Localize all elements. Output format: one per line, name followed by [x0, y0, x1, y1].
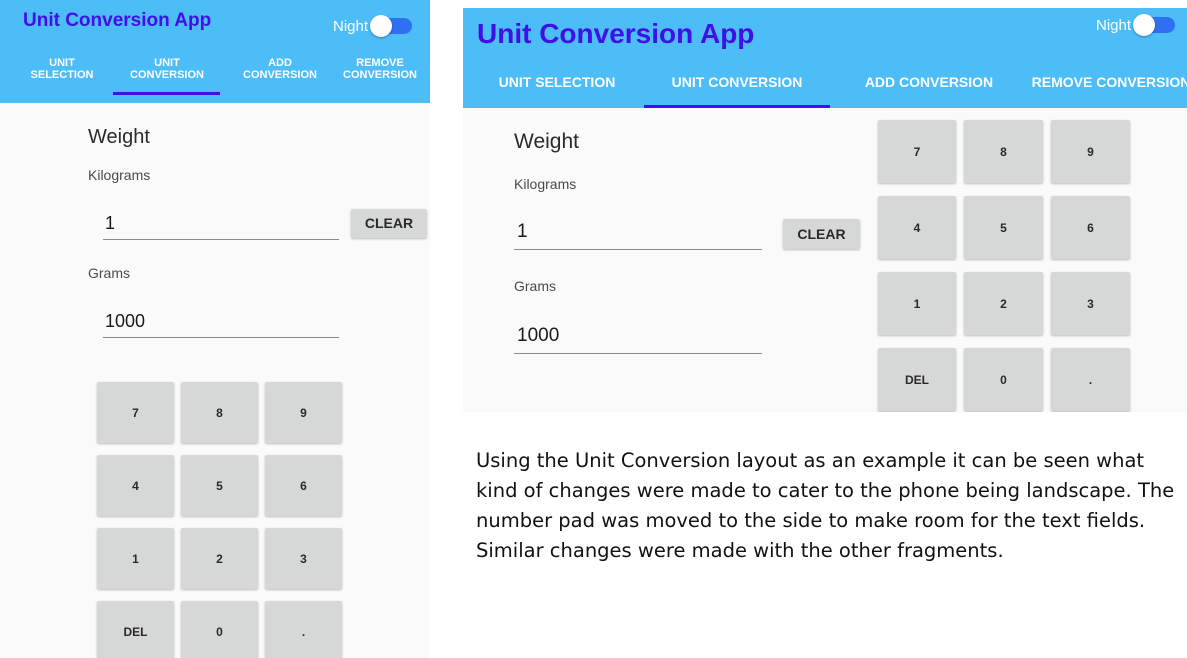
- key-3[interactable]: 3: [265, 528, 342, 589]
- key-del[interactable]: DEL: [878, 348, 956, 411]
- key-2[interactable]: 2: [181, 528, 258, 589]
- number-pad: 7 8 9 4 5 6 1 2 3 DEL 0 .: [97, 382, 342, 658]
- key-1[interactable]: 1: [878, 272, 956, 335]
- from-value-input[interactable]: 1: [514, 221, 762, 250]
- to-unit-label: Grams: [88, 265, 130, 281]
- to-value-output[interactable]: 1000: [103, 311, 339, 338]
- night-mode-label: Night: [1096, 16, 1132, 34]
- tab-add-conversion[interactable]: ADD CONVERSION: [228, 57, 332, 81]
- category-heading: Weight: [514, 130, 579, 153]
- to-value-output[interactable]: 1000: [514, 325, 762, 354]
- key-6[interactable]: 6: [265, 455, 342, 516]
- key-decimal[interactable]: .: [265, 601, 342, 658]
- key-0[interactable]: 0: [181, 601, 258, 658]
- key-8[interactable]: 8: [181, 382, 258, 443]
- key-del[interactable]: DEL: [97, 601, 174, 658]
- tab-remove-conversion[interactable]: REMOVE CONVERSION: [1027, 75, 1187, 90]
- key-0[interactable]: 0: [964, 348, 1043, 411]
- key-5[interactable]: 5: [964, 196, 1043, 259]
- key-6[interactable]: 6: [1051, 196, 1130, 259]
- number-pad: 7 8 9 4 5 6 1 2 3 DEL 0 .: [878, 120, 1130, 411]
- category-heading: Weight: [88, 126, 150, 148]
- night-mode-toggle[interactable]: [370, 15, 418, 37]
- key-3[interactable]: 3: [1051, 272, 1130, 335]
- from-unit-label: Kilograms: [88, 167, 151, 183]
- to-unit-label: Grams: [514, 278, 556, 294]
- clear-button[interactable]: CLEAR: [351, 209, 427, 238]
- clear-button[interactable]: CLEAR: [783, 219, 860, 249]
- selected-tab-indicator: [644, 105, 830, 108]
- key-4[interactable]: 4: [878, 196, 956, 259]
- night-mode-control[interactable]: Night: [1096, 14, 1181, 36]
- tab-unit-conversion[interactable]: UNIT CONVERSION: [116, 57, 218, 81]
- tab-unit-conversion[interactable]: UNIT CONVERSION: [653, 75, 821, 90]
- landscape-screenshot: Unit Conversion App Night UNIT SELECTION…: [463, 8, 1187, 412]
- tab-add-conversion[interactable]: ADD CONVERSION: [855, 75, 1003, 90]
- app-bar: Unit Conversion App Night UNIT SELECTION…: [463, 8, 1187, 108]
- app-title: Unit Conversion App: [477, 18, 755, 49]
- tab-remove-conversion[interactable]: REMOVE CONVERSION: [330, 57, 430, 81]
- night-mode-control[interactable]: Night: [333, 15, 418, 37]
- key-9[interactable]: 9: [1051, 120, 1130, 183]
- night-mode-label: Night: [333, 17, 369, 35]
- key-4[interactable]: 4: [97, 455, 174, 516]
- key-8[interactable]: 8: [964, 120, 1043, 183]
- key-7[interactable]: 7: [878, 120, 956, 183]
- from-unit-label: Kilograms: [514, 176, 577, 192]
- app-title: Unit Conversion App: [23, 10, 212, 31]
- app-bar: Unit Conversion App Night UNIT SELECTION…: [0, 0, 430, 103]
- selected-tab-indicator: [113, 92, 220, 95]
- toggle-thumb[interactable]: [1133, 14, 1156, 36]
- key-7[interactable]: 7: [97, 382, 174, 443]
- key-5[interactable]: 5: [181, 455, 258, 516]
- key-1[interactable]: 1: [97, 528, 174, 589]
- night-mode-toggle[interactable]: [1133, 14, 1181, 36]
- tab-unit-selection[interactable]: UNIT SELECTION: [22, 57, 102, 81]
- key-decimal[interactable]: .: [1051, 348, 1130, 411]
- tab-unit-selection[interactable]: UNIT SELECTION: [487, 75, 627, 90]
- toggle-thumb[interactable]: [370, 15, 393, 37]
- from-value-input[interactable]: 1: [103, 213, 339, 240]
- portrait-screenshot: Unit Conversion App Night UNIT SELECTION…: [0, 0, 430, 658]
- key-2[interactable]: 2: [964, 272, 1043, 335]
- caption-paragraph: Using the Unit Conversion layout as an e…: [476, 449, 1175, 562]
- key-9[interactable]: 9: [265, 382, 342, 443]
